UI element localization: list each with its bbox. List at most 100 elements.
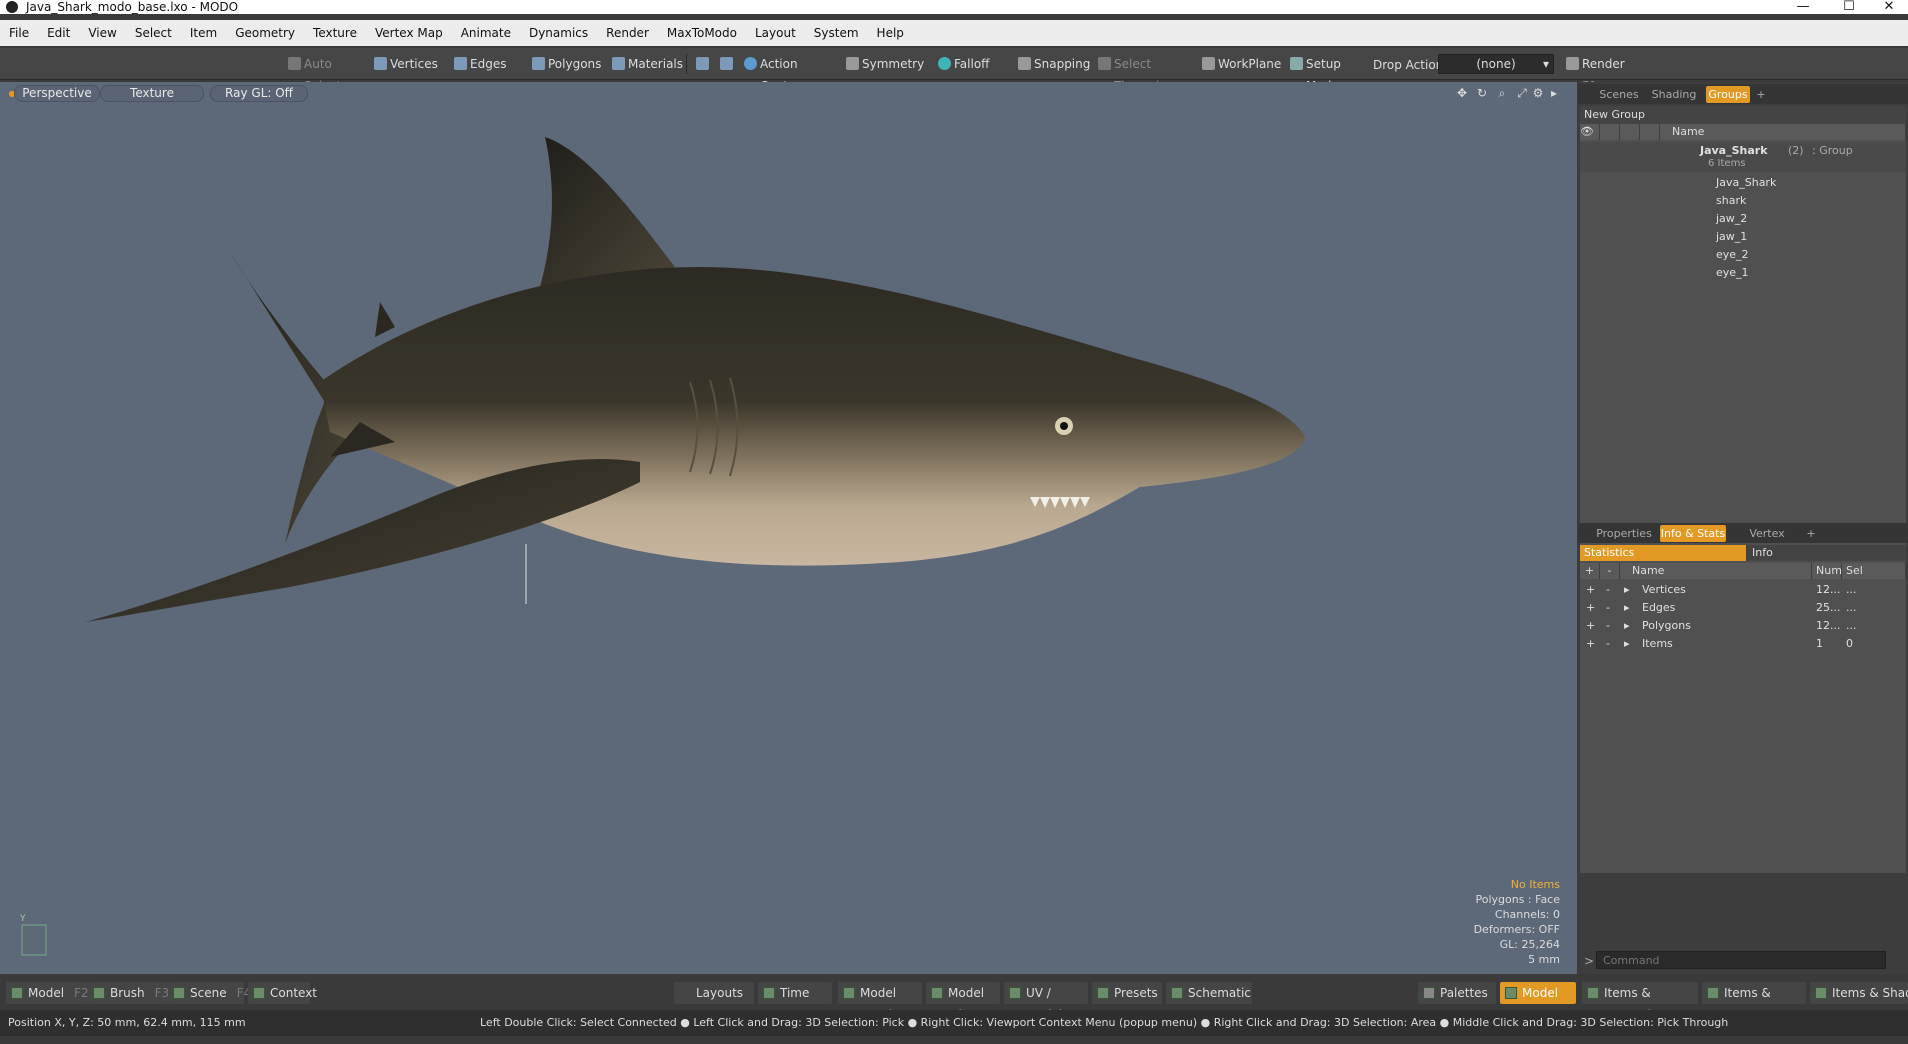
polygons-icon [532, 57, 545, 70]
menu-help[interactable]: Help [868, 20, 913, 46]
select-column-icon[interactable] [1620, 124, 1640, 140]
expand-arrow-icon[interactable]: ▸ [1548, 87, 1560, 99]
vertices-button[interactable]: Vertices [370, 53, 450, 75]
raygl-toggle[interactable]: Ray GL: Off [210, 85, 308, 102]
rotate-view-icon[interactable]: ↻ [1476, 87, 1488, 99]
model-quad-button[interactable]: Model Quad [838, 982, 922, 1022]
menu-geometry[interactable]: Geometry [226, 20, 304, 46]
tab-statistics[interactable]: Statistics [1580, 545, 1746, 561]
setup-mode-button[interactable]: Setup Mode [1286, 53, 1368, 93]
new-group-button[interactable]: New Group [1580, 106, 1906, 124]
tab-shading[interactable]: Shading [1648, 86, 1700, 103]
menu-texture[interactable]: Texture [304, 20, 366, 46]
items-groups-button[interactable]: Items & Groups [1702, 982, 1806, 1022]
list-item[interactable]: jaw_1 [1580, 228, 1906, 246]
tab-info[interactable]: Info [1746, 545, 1906, 561]
layout-context-button[interactable]: Context [248, 982, 317, 1004]
list-item[interactable]: eye_1 [1580, 264, 1906, 282]
render-button[interactable]: Render F9 [1562, 53, 1642, 93]
menu-system[interactable]: System [805, 20, 868, 46]
table-row[interactable]: + - ▸ Vertices 12...... [1580, 581, 1906, 599]
close-button[interactable]: ✕ [1866, 0, 1908, 14]
falloff-button[interactable]: Falloff [934, 53, 996, 75]
select-through-button[interactable]: Select Through [1094, 53, 1186, 93]
view-mode-perspective[interactable]: Perspective [14, 85, 100, 102]
tab-vertex-maps[interactable]: Vertex Maps [1734, 525, 1800, 557]
gear-icon[interactable]: ⚙ [1532, 87, 1544, 99]
presets-button[interactable]: Presets [1092, 982, 1162, 1004]
model-tri-button[interactable]: Model Tri [926, 982, 1000, 1022]
materials-button[interactable]: Materials [608, 53, 683, 75]
tab-scenes[interactable]: Scenes [1596, 86, 1642, 103]
tab-properties[interactable]: Properties [1596, 525, 1652, 542]
command-input[interactable] [1596, 951, 1886, 969]
items-properties-button[interactable]: Items & Properties [1582, 982, 1698, 1022]
palettes-button[interactable]: Palettes [1418, 982, 1496, 1004]
layout-icon [1815, 987, 1827, 999]
info-channels: Channels: 0 [1494, 908, 1560, 921]
fit-view-icon[interactable]: ⤢ [1516, 87, 1528, 99]
menu-dynamics[interactable]: Dynamics [520, 20, 597, 46]
expand-all-icon[interactable]: + [1580, 563, 1600, 579]
time-button[interactable]: Time [758, 982, 832, 1004]
action-center-button[interactable]: Action Center [740, 53, 832, 93]
layout-scene-button[interactable]: Scene F4 [168, 982, 251, 1004]
list-item[interactable]: eye_2 [1580, 246, 1906, 264]
layout-model-button[interactable]: Model F2 [6, 982, 89, 1004]
zoom-view-icon[interactable]: ⌕ [1496, 87, 1508, 99]
add-tab-button[interactable]: + [1754, 86, 1768, 103]
table-row[interactable]: + - ▸ Items 1 0 [1580, 635, 1906, 653]
group-row[interactable]: Java_Shark (2) : Group 6 Items [1580, 142, 1906, 172]
3d-viewport[interactable]: Y ● Perspective Texture Ray GL: Off ✥ ↻ … [0, 82, 1577, 974]
render-column-icon[interactable] [1640, 124, 1660, 140]
drop-action-select[interactable]: (none) ▾ [1438, 54, 1554, 74]
list-item[interactable]: shark [1580, 192, 1906, 210]
menu-select[interactable]: Select [126, 20, 181, 46]
menu-file[interactable]: File [0, 20, 38, 46]
add-tab-button[interactable]: + [1804, 525, 1818, 542]
tab-groups[interactable]: Groups [1706, 86, 1750, 103]
uv-model-button[interactable]: UV / Model [1004, 982, 1088, 1022]
model-layout-active[interactable]: Model [1500, 982, 1576, 1004]
command-prompt-icon: > [1584, 954, 1595, 968]
snapping-button[interactable]: Snapping [1014, 53, 1090, 75]
auto-select-button[interactable]: Auto Select [284, 53, 366, 93]
items-shading-button[interactable]: Items & Shading [1810, 982, 1908, 1004]
layout-icon [843, 987, 855, 999]
menu-edit[interactable]: Edit [38, 20, 79, 46]
info-polygons: Polygons : Face [1475, 893, 1560, 906]
toolbar-divider [686, 54, 687, 74]
symmetry-button[interactable]: Symmetry [842, 53, 924, 75]
menu-vertex-map[interactable]: Vertex Map [366, 20, 452, 46]
workplane-button[interactable]: WorkPlane [1198, 53, 1281, 75]
menu-render[interactable]: Render [597, 20, 658, 46]
layout-icon [1097, 987, 1109, 999]
layout-icon [763, 987, 775, 999]
layouts-button[interactable]: Layouts [674, 982, 754, 1004]
menu-maxtomodo[interactable]: MaxToModo [658, 20, 746, 46]
visibility-column-icon[interactable]: 👁 [1580, 124, 1600, 140]
menu-view[interactable]: View [79, 20, 125, 46]
minimize-button[interactable]: — [1780, 0, 1826, 14]
select-shield-button[interactable] [692, 53, 712, 75]
shield-icon [696, 57, 709, 70]
move-view-icon[interactable]: ✥ [1456, 87, 1468, 99]
tab-info-stats[interactable]: Info & Stats [1660, 525, 1726, 542]
list-item[interactable]: Java_Shark [1580, 174, 1906, 192]
shading-mode-texture[interactable]: Texture [100, 85, 204, 102]
table-row[interactable]: + - ▸ Edges 25...... [1580, 599, 1906, 617]
menu-layout[interactable]: Layout [746, 20, 805, 46]
select-shield-2-button[interactable] [716, 53, 736, 75]
shark-model-render [21, 137, 1305, 956]
collapse-all-icon[interactable]: - [1600, 563, 1620, 579]
lock-column-icon[interactable] [1600, 124, 1620, 140]
schematic-button[interactable]: Schematic [1166, 982, 1252, 1004]
layout-brush-button[interactable]: Brush F3 [88, 982, 169, 1004]
polygons-button[interactable]: Polygons [528, 53, 601, 75]
menu-animate[interactable]: Animate [452, 20, 520, 46]
list-item[interactable]: jaw_2 [1580, 210, 1906, 228]
table-row[interactable]: + - ▸ Polygons 12...... [1580, 617, 1906, 635]
menu-item[interactable]: Item [181, 20, 226, 46]
edges-button[interactable]: Edges [450, 53, 522, 75]
layout-bar: Model F2 Brush F3 Scene F4 Context Layouts … [0, 978, 1908, 1022]
